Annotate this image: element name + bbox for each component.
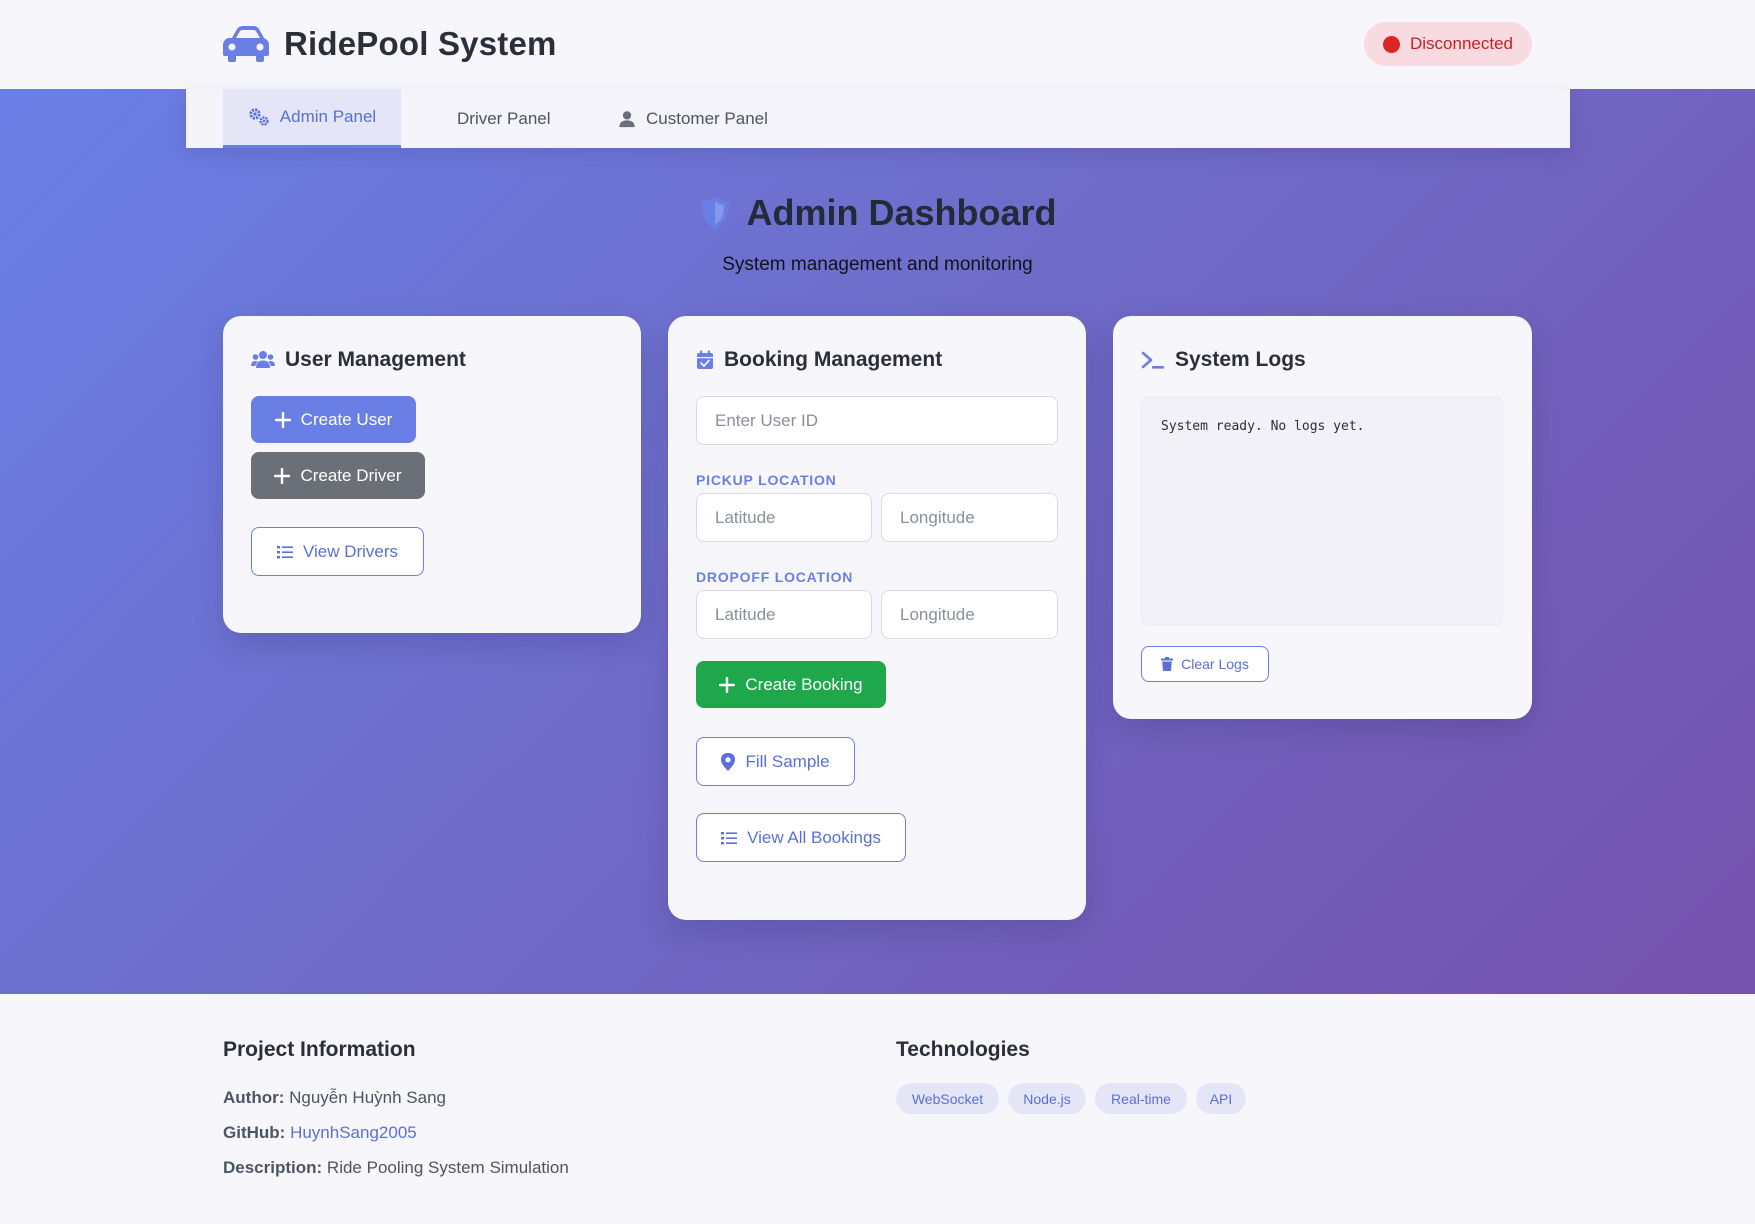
tech-tag: Real-time bbox=[1095, 1083, 1187, 1114]
clear-logs-button[interactable]: Clear Logs bbox=[1141, 646, 1269, 682]
list-icon bbox=[276, 545, 293, 558]
description-key: Description: bbox=[223, 1158, 323, 1177]
panel-tabs: Admin Panel Driver Panel Customer Panel bbox=[186, 89, 1570, 148]
view-all-bookings-button[interactable]: View All Bookings bbox=[696, 813, 906, 862]
tab-admin-panel-label: Admin Panel bbox=[279, 107, 377, 126]
page-title: Admin Dashboard bbox=[0, 192, 1755, 234]
connection-status-label: Disconnected bbox=[1409, 34, 1513, 53]
create-user-label: Create User bbox=[300, 409, 393, 429]
create-booking-label: Create Booking bbox=[745, 674, 863, 694]
clear-logs-label: Clear Logs bbox=[1181, 656, 1249, 672]
map-pin-icon bbox=[721, 752, 736, 771]
technologies-heading: Technologies bbox=[896, 1038, 1030, 1061]
fill-sample-button[interactable]: Fill Sample bbox=[696, 737, 855, 786]
shield-icon bbox=[701, 197, 730, 229]
view-all-bookings-label: View All Bookings bbox=[747, 827, 881, 847]
view-drivers-label: View Drivers bbox=[302, 541, 399, 561]
system-logs-title: System Logs bbox=[1141, 348, 1306, 372]
log-output[interactable]: System ready. No logs yet. bbox=[1141, 396, 1503, 626]
car-icon bbox=[223, 26, 269, 62]
app-title: RidePool System bbox=[284, 25, 557, 62]
create-booking-button[interactable]: Create Booking bbox=[696, 661, 886, 708]
system-logs-title-text: System Logs bbox=[1175, 348, 1306, 371]
tech-tag: WebSocket bbox=[896, 1083, 999, 1114]
view-drivers-button[interactable]: View Drivers bbox=[251, 527, 424, 576]
pickup-location-label: PICKUP LOCATION bbox=[696, 472, 837, 488]
gears-icon bbox=[249, 108, 269, 126]
tech-tag: Node.js bbox=[1008, 1083, 1086, 1114]
calendar-check-icon bbox=[697, 350, 713, 369]
log-text: System ready. No logs yet. bbox=[1161, 419, 1365, 434]
dropoff-latitude-input[interactable] bbox=[696, 590, 872, 639]
github-link[interactable]: HuynhSang2005 bbox=[290, 1123, 417, 1142]
app-header: RidePool System Disconnected bbox=[0, 0, 1755, 89]
tab-admin-panel[interactable]: Admin Panel bbox=[223, 89, 401, 148]
pickup-latitude-input[interactable] bbox=[696, 493, 872, 542]
page-subtitle: System management and monitoring bbox=[722, 254, 1033, 275]
user-icon bbox=[619, 110, 635, 127]
github-key: GitHub: bbox=[223, 1123, 286, 1142]
booking-management-title-text: Booking Management bbox=[724, 348, 943, 371]
tab-driver-panel[interactable]: Driver Panel bbox=[457, 89, 551, 148]
create-driver-button[interactable]: Create Driver bbox=[251, 452, 425, 499]
create-user-button[interactable]: Create User bbox=[251, 396, 416, 443]
author-value: Nguyễn Huỳnh Sang bbox=[289, 1088, 446, 1107]
plus-icon bbox=[274, 467, 291, 484]
dropoff-longitude-input[interactable] bbox=[881, 590, 1058, 639]
create-driver-label: Create Driver bbox=[300, 465, 402, 485]
status-dot-icon bbox=[1382, 35, 1400, 53]
plus-icon bbox=[719, 676, 736, 693]
tech-tag: API bbox=[1196, 1083, 1246, 1114]
pickup-longitude-input[interactable] bbox=[881, 493, 1058, 542]
user-management-card: User Management Create User Create Drive… bbox=[223, 316, 641, 633]
fill-sample-label: Fill Sample bbox=[745, 751, 830, 771]
user-id-input[interactable] bbox=[696, 396, 1058, 445]
booking-management-card: Booking Management PICKUP LOCATION DROPO… bbox=[668, 316, 1086, 920]
description-value: Ride Pooling System Simulation bbox=[326, 1158, 569, 1177]
tab-customer-panel[interactable]: Customer Panel bbox=[618, 89, 768, 148]
tab-customer-panel-label: Customer Panel bbox=[646, 108, 768, 128]
users-icon bbox=[251, 351, 275, 368]
github-line: GitHub: HuynhSang2005 bbox=[223, 1123, 417, 1143]
user-management-title-text: User Management bbox=[285, 348, 466, 371]
main-content: Admin Panel Driver Panel Customer Panel … bbox=[0, 89, 1755, 994]
booking-management-title: Booking Management bbox=[696, 348, 942, 372]
footer: Project Information Author: Nguyễn Huỳnh… bbox=[0, 994, 1755, 1224]
connection-status-badge: Disconnected bbox=[1364, 22, 1532, 66]
tab-driver-panel-label: Driver Panel bbox=[457, 108, 551, 128]
description-line: Description: Ride Pooling System Simulat… bbox=[223, 1158, 569, 1178]
page-title-text: Admin Dashboard bbox=[746, 192, 1057, 233]
plus-icon bbox=[274, 411, 291, 428]
user-management-title: User Management bbox=[251, 348, 466, 372]
project-info-heading: Project Information bbox=[223, 1038, 416, 1061]
author-line: Author: Nguyễn Huỳnh Sang bbox=[223, 1088, 446, 1108]
trash-icon bbox=[1161, 657, 1174, 671]
brand: RidePool System bbox=[222, 24, 557, 64]
terminal-icon bbox=[1141, 351, 1164, 369]
system-logs-card: System Logs System ready. No logs yet. C… bbox=[1113, 316, 1532, 719]
author-key: Author: bbox=[223, 1088, 285, 1107]
dropoff-location-label: DROPOFF LOCATION bbox=[696, 569, 854, 585]
list-icon bbox=[721, 831, 738, 844]
